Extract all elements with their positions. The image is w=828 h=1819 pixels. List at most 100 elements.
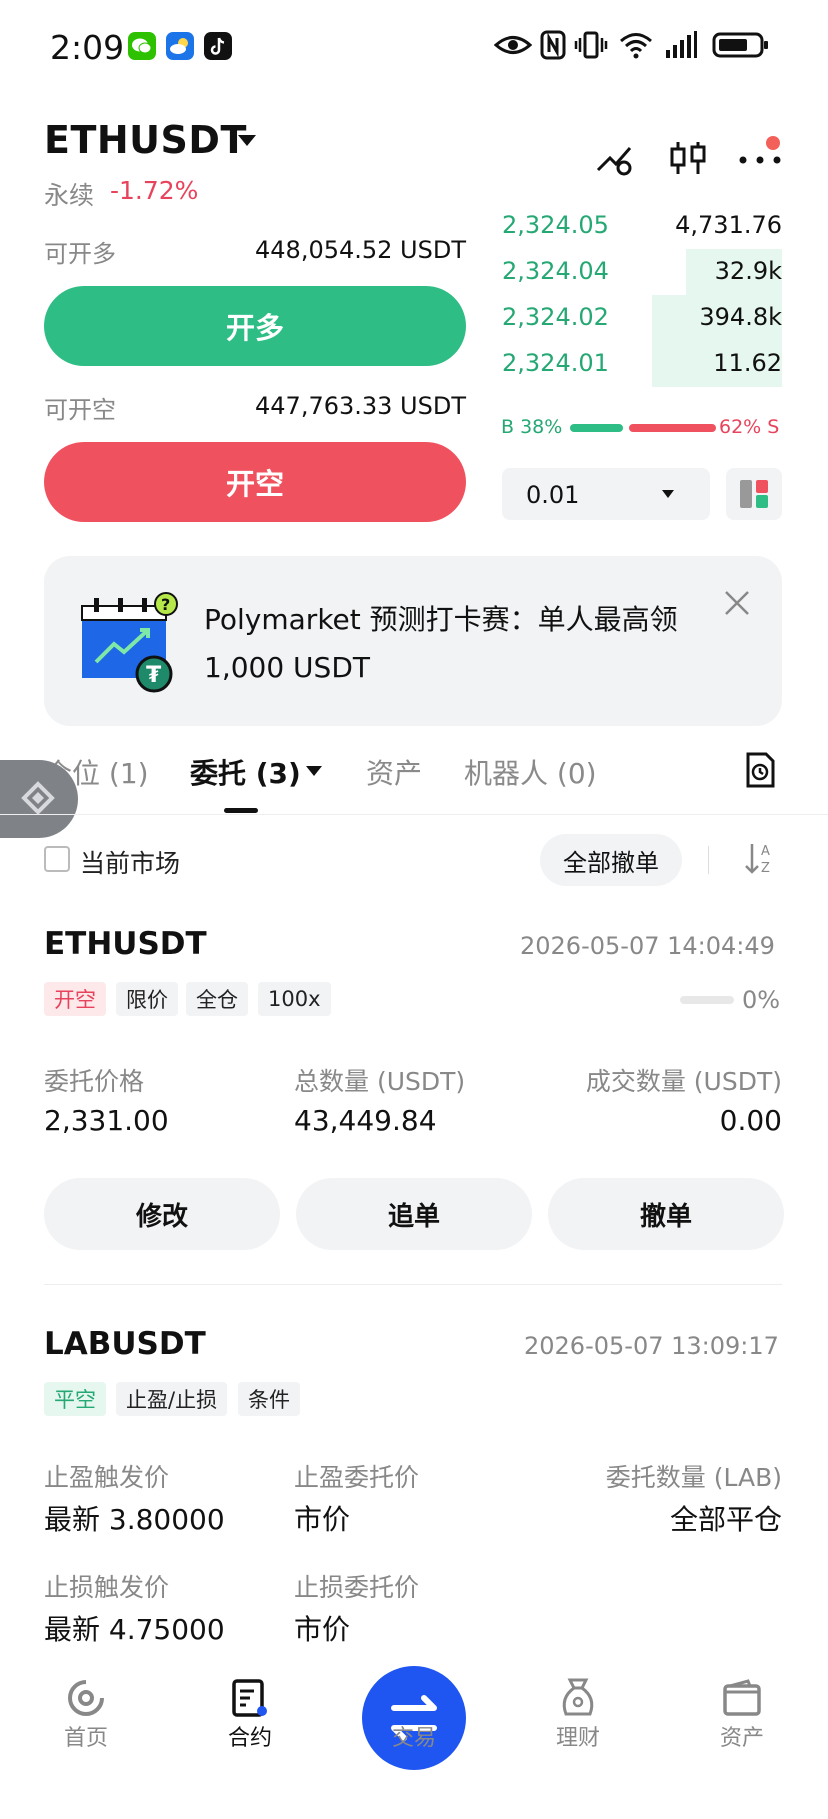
short-available-value: 447,763.33 USDT	[255, 392, 466, 420]
more-icon[interactable]	[738, 152, 782, 171]
sl-order-value: 市价	[294, 1613, 351, 1646]
swap-icon	[391, 1695, 437, 1741]
promo-text: Polymarket 预测打卡赛：单人最高领 1,000 USDT	[204, 603, 678, 684]
precision-value: 0.01	[526, 481, 580, 509]
tp-trigger-label: 止盈触发价	[44, 1463, 170, 1492]
long-available-label: 可开多	[44, 240, 116, 268]
bid-qty: 32.9k	[714, 257, 782, 285]
chase-order-button[interactable]: 追单	[296, 1178, 532, 1250]
open-short-button[interactable]: 开空	[44, 442, 466, 522]
field-label: 委托价格	[44, 1067, 145, 1096]
bid-qty: 4,731.76	[675, 211, 782, 239]
tp-order-value: 市价	[294, 1503, 351, 1536]
cancel-order-button[interactable]: 撤单	[548, 1178, 784, 1250]
order-divider	[44, 1284, 782, 1285]
order-total-qty: 43,449.84	[294, 1104, 437, 1137]
close-icon[interactable]	[722, 588, 752, 622]
current-market-label: 当前市场	[80, 849, 181, 878]
modify-button[interactable]: 修改	[44, 1178, 280, 1250]
history-icon[interactable]	[744, 752, 776, 792]
order-time: 2026-05-07 13:09:17	[524, 1332, 779, 1360]
buy-ratio: B 38%	[501, 416, 563, 438]
buy-sell-ratio-bar	[570, 424, 716, 432]
current-market-checkbox[interactable]	[44, 846, 70, 872]
tabs-divider	[0, 814, 828, 815]
svg-text:?: ?	[161, 595, 170, 614]
contract-icon[interactable]	[230, 1678, 270, 1722]
qty-value: 全部平仓	[669, 1503, 782, 1536]
field-label: 总数量 (USDT)	[294, 1067, 466, 1096]
home-icon[interactable]	[66, 1678, 106, 1722]
order-filled-qty: 0.00	[719, 1104, 782, 1137]
tiktok-icon	[204, 32, 232, 60]
precision-select[interactable]: 0.01	[502, 468, 710, 520]
promo-banner[interactable]: ? ₮ Polymarket 预测打卡赛：单人最高领 1,000 USDT	[44, 556, 782, 726]
orderbook-row[interactable]: 2,324.05 4,731.76	[498, 203, 782, 249]
status-time: 2:09	[50, 28, 125, 67]
orderbook-row[interactable]: 2,324.04 32.9k	[498, 249, 782, 295]
leverage-tag: 100x	[258, 982, 331, 1016]
market-type: 永续	[44, 181, 95, 210]
tab-orders-dropdown-icon[interactable]	[306, 766, 322, 776]
chevron-down-icon	[662, 490, 674, 498]
candlestick-icon[interactable]	[668, 138, 708, 182]
order-symbol[interactable]: ETHUSDT	[44, 926, 207, 962]
pair-dropdown-icon[interactable]	[238, 135, 256, 146]
bid-price: 2,324.05	[502, 211, 609, 239]
orderbook-row[interactable]: 2,324.02 394.8k	[498, 295, 782, 341]
orderbook-layout-button[interactable]	[726, 468, 782, 520]
price-change: -1.72%	[110, 176, 199, 205]
tab-orders[interactable]: 委托 (3)	[190, 752, 301, 792]
short-available-label: 可开空	[44, 396, 116, 424]
active-tab-indicator	[224, 808, 258, 813]
sl-trigger-label: 止损触发价	[44, 1573, 170, 1602]
bid-price: 2,324.04	[502, 257, 609, 285]
tab-bots[interactable]: 机器人 (0)	[464, 752, 597, 792]
open-long-button[interactable]: 开多	[44, 286, 466, 366]
order-price: 2,331.00	[44, 1104, 169, 1137]
svg-text:A: A	[761, 844, 770, 859]
tp-order-label: 止盈委托价	[294, 1463, 420, 1492]
order-symbol[interactable]: LABUSDT	[44, 1326, 206, 1362]
nav-wealth[interactable]: 理财	[518, 1720, 638, 1752]
order-side-tag: 平空	[44, 1382, 106, 1416]
vibrate-icon	[574, 30, 608, 64]
order-type-tag: 限价	[116, 982, 178, 1016]
nav-assets[interactable]: 资产	[682, 1720, 802, 1752]
nfc-icon	[540, 30, 566, 64]
diamond-logo-icon	[21, 781, 55, 815]
bid-price: 2,324.01	[502, 349, 609, 377]
sort-icon[interactable]: AZ	[744, 840, 776, 880]
sl-order-label: 止损委托价	[294, 1573, 420, 1602]
fill-progress: 0%	[742, 986, 781, 1014]
bid-qty: 394.8k	[699, 303, 782, 331]
nav-trade[interactable]: 交易	[354, 1720, 474, 1752]
nav-contract[interactable]: 合约	[190, 1720, 310, 1752]
bid-price: 2,324.02	[502, 303, 609, 331]
layout-icon	[740, 480, 768, 508]
tab-assets[interactable]: 资产	[366, 752, 422, 792]
notification-dot	[766, 136, 780, 150]
promo-calendar-icon: ? ₮	[78, 592, 188, 706]
trade-fab[interactable]	[362, 1666, 466, 1770]
battery-icon	[712, 30, 770, 64]
filter-divider	[708, 846, 709, 874]
wifi-icon	[618, 30, 654, 64]
order-type-tag: 止盈/止损	[116, 1382, 228, 1416]
weather-icon	[166, 32, 194, 60]
cancel-all-button[interactable]: 全部撤单	[540, 834, 682, 886]
chart-settings-icon[interactable]	[596, 142, 638, 182]
bid-qty: 11.62	[713, 349, 782, 377]
fill-progress-bar	[680, 996, 734, 1004]
field-label: 成交数量 (USDT)	[585, 1067, 782, 1096]
qty-label: 委托数量 (LAB)	[605, 1463, 782, 1492]
nav-home[interactable]: 首页	[26, 1720, 146, 1752]
order-side-tag: 开空	[44, 982, 106, 1016]
svg-text:Z: Z	[761, 861, 770, 876]
long-available-value: 448,054.52 USDT	[255, 236, 466, 264]
wallet-icon[interactable]	[722, 1678, 762, 1722]
orderbook-row[interactable]: 2,324.01 11.62	[498, 341, 782, 387]
wealth-icon[interactable]	[558, 1676, 598, 1722]
pair-title[interactable]: ETHUSDT	[44, 118, 247, 162]
floating-widget-button[interactable]	[0, 760, 78, 838]
